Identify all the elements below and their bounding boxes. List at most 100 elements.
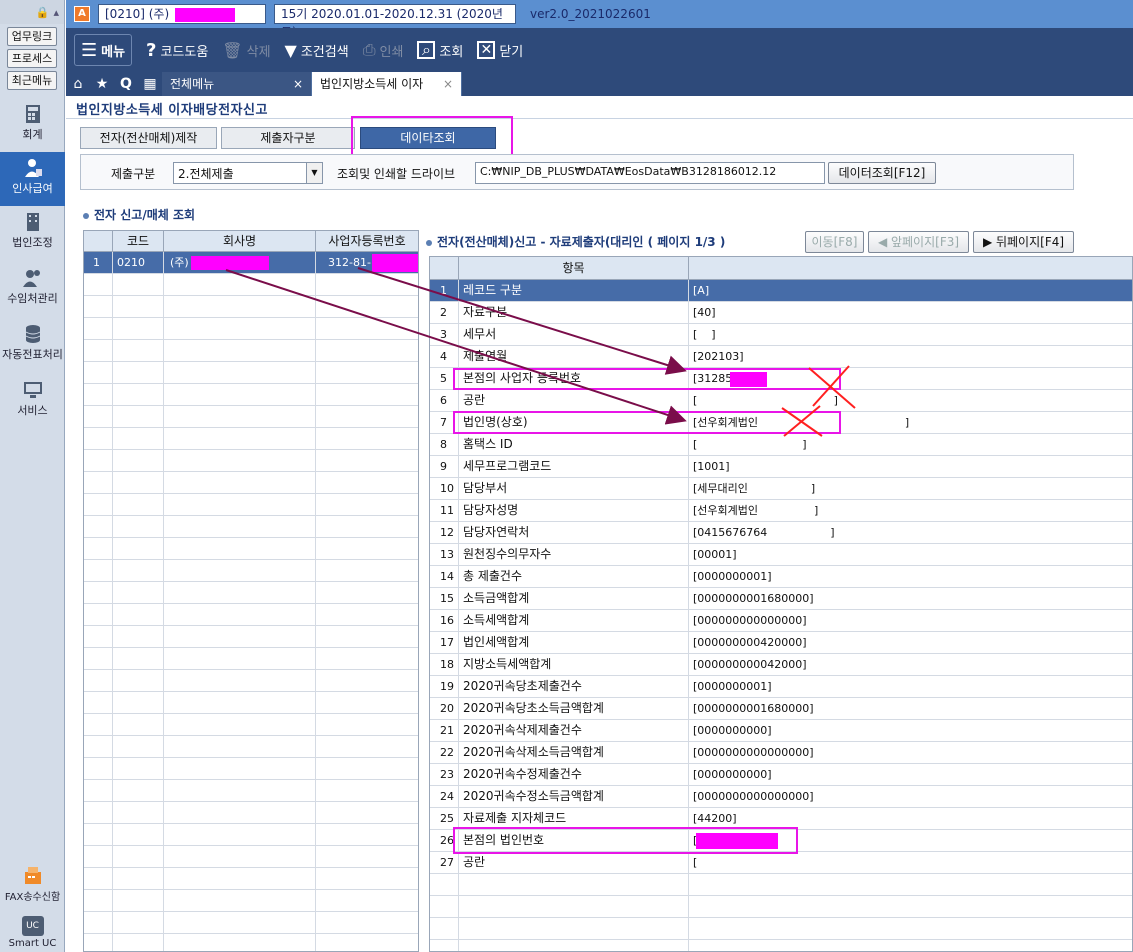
- sidebar-top-button-1[interactable]: 업무링크: [7, 27, 57, 46]
- bullet-icon: [426, 239, 432, 246]
- search-condition-button[interactable]: ▼ 조건검색: [285, 28, 349, 72]
- prev-page-button[interactable]: ◀ 앞페이지[F3]: [868, 231, 969, 253]
- move-button[interactable]: 이동[F8]: [805, 231, 864, 253]
- row-number: 8: [430, 434, 459, 455]
- empty-row: [84, 890, 418, 912]
- code-help-label: 코드도움: [160, 44, 209, 60]
- calendar-icon[interactable]: ▦: [138, 72, 162, 96]
- table-row[interactable]: 10 담당부서 [세무대리인 ]: [430, 478, 1132, 500]
- home-icon[interactable]: ⌂: [66, 72, 90, 96]
- query-button[interactable]: ⌕ 조회: [417, 28, 463, 72]
- sidebar-item-client-mgmt[interactable]: 수임처관리: [0, 268, 65, 318]
- title-bar: A [0210] (주) 15기 2020.01.01-2020.12.31 (…: [66, 0, 1133, 39]
- lock-icon[interactable]: 🔒: [36, 6, 50, 19]
- sidebar-item-corp-adjust[interactable]: 법인조정: [0, 212, 65, 262]
- delete-button[interactable]: 🗑 삭제: [222, 28, 270, 72]
- column-header-code[interactable]: 코드: [113, 231, 164, 251]
- cross-mark-icon: [781, 405, 823, 437]
- next-page-button[interactable]: ▶ 뒤페이지[F4]: [973, 231, 1074, 253]
- row-number: 18: [430, 654, 459, 675]
- sidebar-item-fax[interactable]: FAX송수신함: [0, 866, 65, 910]
- menu-button[interactable]: ☰ 메뉴: [74, 34, 132, 66]
- empty-row: [84, 846, 418, 868]
- empty-row: [84, 428, 418, 450]
- sidebar-item-service[interactable]: 서비스: [0, 380, 65, 420]
- submit-type-select[interactable]: 2.전체제출 ▼: [173, 162, 323, 184]
- empty-row: [84, 538, 418, 560]
- tab-close-icon[interactable]: ×: [443, 72, 453, 96]
- empty-row: [84, 824, 418, 846]
- table-row[interactable]: 21 2020귀속삭제제출건수 [0000000000]: [430, 720, 1132, 742]
- table-row[interactable]: 19 2020귀속당초제출건수 [0000000001]: [430, 676, 1132, 698]
- row-number: 4: [430, 346, 459, 367]
- item-value-cell: [1001]: [693, 460, 730, 473]
- row-number: 25: [430, 808, 459, 829]
- row-number: 15: [430, 588, 459, 609]
- empty-row: [84, 626, 418, 648]
- table-row[interactable]: 11 담당자성명 [선우회계법인 ]: [430, 500, 1132, 522]
- column-header-item[interactable]: 항목: [459, 257, 689, 279]
- table-row[interactable]: 9 세무프로그램코드 [1001]: [430, 456, 1132, 478]
- print-button[interactable]: ⎙ 인쇄: [363, 28, 404, 72]
- tab-label: 전체메뉴: [170, 77, 215, 91]
- table-row[interactable]: 1 0210 (주) 312-81-: [84, 252, 418, 274]
- sidebar-item-payroll[interactable]: 인사급여: [0, 152, 65, 206]
- column-header-company[interactable]: 회사명: [164, 231, 316, 251]
- table-row[interactable]: 14 총 제출건수 [0000000001]: [430, 566, 1132, 588]
- table-row[interactable]: 24 2020귀속수정소득금액합계 [0000000000000000]: [430, 786, 1132, 808]
- close-label: 닫기: [499, 44, 524, 60]
- quick-search-icon[interactable]: Q: [114, 72, 138, 96]
- pin-icon[interactable]: ▴: [53, 6, 59, 19]
- table-row[interactable]: 15 소득금액합계 [0000000001680000]: [430, 588, 1132, 610]
- tab-close-icon[interactable]: ×: [293, 72, 303, 96]
- empty-row: [84, 912, 418, 934]
- table-row[interactable]: 20 2020귀속당초소득금액합계 [0000000001680000]: [430, 698, 1132, 720]
- table-row[interactable]: 27 공란 [: [430, 852, 1132, 874]
- sidebar-item-auto-voucher[interactable]: 자동전표처리: [0, 324, 65, 374]
- table-row[interactable]: 13 원천징수의무자수 [00001]: [430, 544, 1132, 566]
- subtab-submitter-type[interactable]: 제출자구분: [221, 127, 355, 149]
- company-grid-header: 코드 회사명 사업자등록번호: [84, 231, 418, 252]
- version-label: ver2.0_2021022601: [530, 7, 651, 21]
- subtab-electronic-production[interactable]: 전자(전산매체)제작: [80, 127, 217, 149]
- tab-all-menu[interactable]: 전체메뉴 ×: [162, 72, 312, 96]
- sidebar-item-label: Smart UC: [8, 938, 57, 949]
- item-value-cell: [선우회계법인 ]: [693, 504, 819, 517]
- column-header-bizno[interactable]: 사업자등록번호: [316, 231, 418, 251]
- star-icon[interactable]: ★: [90, 72, 114, 96]
- item-name-cell: 원천징수의무자수: [459, 544, 689, 565]
- item-value-cell: [ ]: [693, 394, 838, 407]
- close-button[interactable]: ✕ 닫기: [477, 28, 523, 72]
- table-row[interactable]: 1 레코드 구분 [A]: [430, 280, 1132, 302]
- tab-corp-local-income-tax[interactable]: 법인지방소득세 이자 ×: [312, 72, 462, 96]
- sidebar-item-smart-uc[interactable]: UC Smart UC: [0, 916, 65, 952]
- item-value-cell: [0000000001]: [693, 570, 772, 583]
- table-row[interactable]: 16 소득세액합계 [000000000000000]: [430, 610, 1132, 632]
- item-value-cell: [A]: [693, 284, 710, 297]
- table-row[interactable]: 17 법인세액합계 [000000000420000]: [430, 632, 1132, 654]
- drive-path-input[interactable]: C:₩NIP_DB_PLUS₩DATA₩EosData₩B3128186012.…: [475, 162, 825, 184]
- table-row[interactable]: 22 2020귀속삭제소득금액합계 [0000000000000000]: [430, 742, 1132, 764]
- code-help-button[interactable]: ? 코드도움: [146, 28, 208, 72]
- table-row[interactable]: 18 지방소득세액합계 [000000000042000]: [430, 654, 1132, 676]
- trash-icon: 🗑: [222, 40, 243, 60]
- sidebar-top-button-2[interactable]: 프로세스: [7, 49, 57, 68]
- data-query-button[interactable]: 데이터조회[F12]: [828, 162, 936, 184]
- row-number: 10: [430, 478, 459, 499]
- row-number: 1: [84, 252, 113, 273]
- sidebar-top-button-3[interactable]: 최근메뉴: [7, 71, 57, 90]
- company-selector[interactable]: [0210] (주): [98, 4, 266, 24]
- submit-type-label: 제출구분: [111, 167, 156, 181]
- table-row[interactable]: 2 자료구분 [40]: [430, 302, 1132, 324]
- item-name-cell: 담당자성명: [459, 500, 689, 521]
- table-row[interactable]: 3 세무서 [ ]: [430, 324, 1132, 346]
- empty-row: [84, 604, 418, 626]
- table-row[interactable]: 4 제출연월 [202103]: [430, 346, 1132, 368]
- fiscal-period[interactable]: 15기 2020.01.01-2020.12.31 (2020년도): [274, 4, 516, 39]
- chevron-down-icon[interactable]: ▼: [306, 163, 322, 183]
- table-row[interactable]: 23 2020귀속수정제출건수 [0000000000]: [430, 764, 1132, 786]
- tab-label: 법인지방소득세 이자: [320, 77, 424, 91]
- sidebar-item-accounting[interactable]: 회계: [0, 104, 65, 146]
- row-number: 11: [430, 500, 459, 521]
- table-row[interactable]: 12 담당자연락처 [0415676764 ]: [430, 522, 1132, 544]
